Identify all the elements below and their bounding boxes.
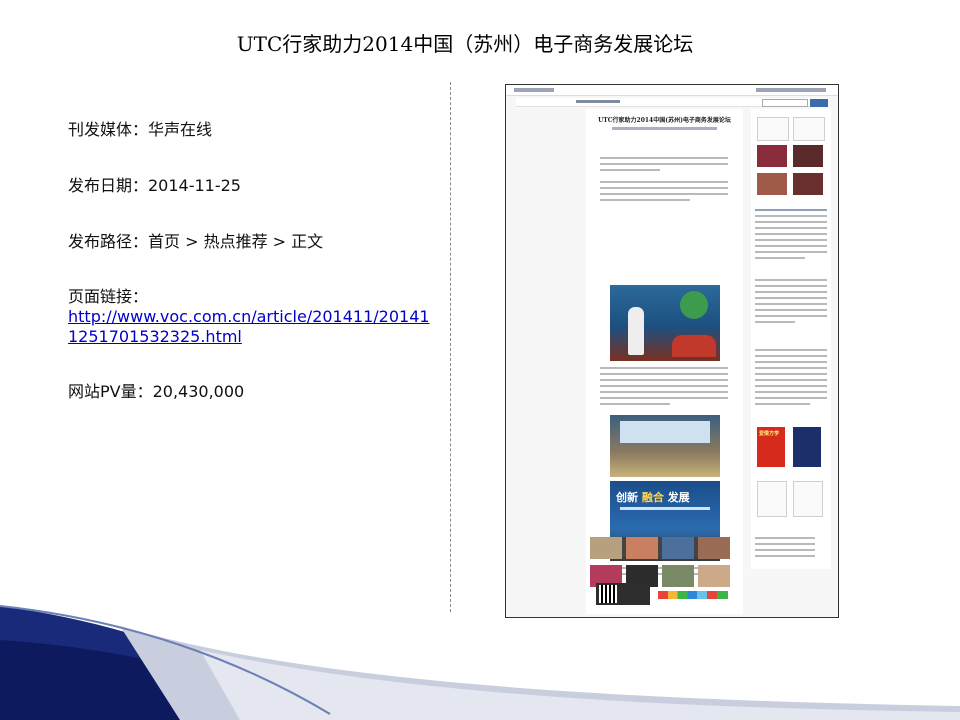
media-line: 刊发媒体：华声在线 — [68, 120, 213, 139]
pv-line: 网站PV量：20,430,000 — [68, 382, 245, 401]
article-column: UTC行家助力2014中国(苏州)电子商务发展论坛 创新 融合 发展 — [586, 109, 743, 614]
book-cover-2 — [793, 427, 821, 467]
webpage-screenshot: UTC行家助力2014中国(苏州)电子商务发展论坛 创新 融合 发展 爱情方学 — [505, 84, 839, 618]
sidebar-column: 爱情方学 — [751, 109, 831, 569]
link-label: 页面链接： — [68, 287, 149, 306]
forum-speaker-photo — [610, 285, 720, 361]
forum-hall-photo — [610, 415, 720, 477]
site-search-button — [810, 99, 828, 107]
slide-title: UTC行家助力2014中国（苏州）电子商务发展论坛 — [236, 32, 694, 56]
path-line: 发布路径：首页 > 热点推荐 > 正文 — [68, 232, 324, 251]
qr-code-box — [596, 583, 650, 605]
link-block: 页面链接： http://www.voc.com.cn/article/2014… — [68, 287, 438, 347]
share-icons — [658, 591, 728, 599]
article-link[interactable]: http://www.voc.com.cn/article/201411/201… — [68, 307, 438, 347]
article-meta — [612, 127, 717, 130]
site-topbar — [506, 85, 838, 96]
site-search-input — [762, 99, 808, 107]
date-line: 发布日期：2014-11-25 — [68, 176, 241, 195]
article-title: UTC行家助力2014中国(苏州)电子商务发展论坛 — [598, 117, 731, 124]
book-cover-1: 爱情方学 — [757, 427, 785, 467]
divider-line — [450, 82, 451, 612]
